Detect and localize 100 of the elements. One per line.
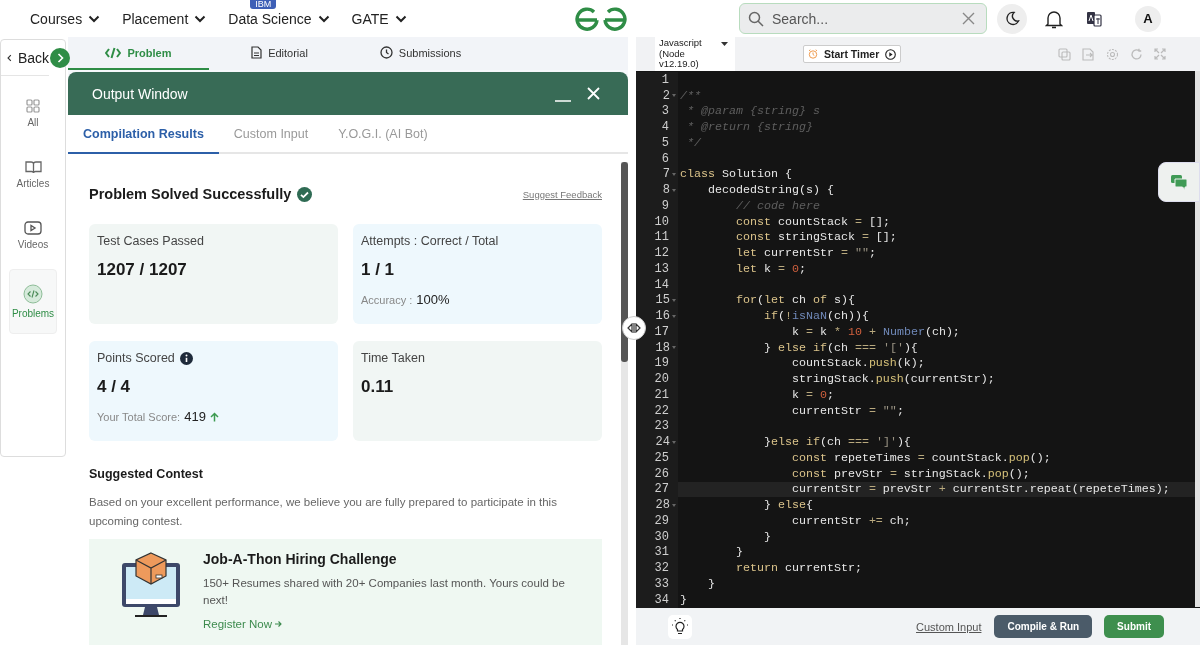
fold-icon[interactable] <box>672 440 676 444</box>
sidebar-item[interactable]: Videos <box>9 212 57 259</box>
avatar[interactable]: A <box>1135 5 1161 32</box>
code-line: let k = 0; <box>734 261 806 276</box>
register-link[interactable]: Register Now <box>203 618 283 630</box>
line-number: 9 <box>661 198 669 213</box>
nav-menu-item[interactable]: GATE <box>351 10 407 27</box>
sidebar-item[interactable]: Problems <box>9 269 57 334</box>
bell-icon <box>1045 8 1063 29</box>
code-line: const repeteTimes = countStack.pop(); <box>790 450 1051 465</box>
code-line: decodedString(s) { <box>706 183 834 198</box>
code-line: currentStr += ch; <box>790 513 911 528</box>
import-icon[interactable] <box>1082 47 1095 61</box>
logo-icon <box>575 5 627 32</box>
line-number: 25 <box>654 450 669 465</box>
code-line: countStack.push(k); <box>790 356 925 371</box>
code-line: for(let ch of s){ <box>734 293 855 308</box>
line-number: 8 <box>662 183 670 198</box>
fold-icon[interactable] <box>672 188 676 192</box>
caret-icon <box>721 42 728 46</box>
code-icon <box>105 46 122 59</box>
fold-icon[interactable] <box>672 314 676 318</box>
dark-mode-button[interactable] <box>997 3 1027 34</box>
line-number: 27 <box>654 482 669 497</box>
tab[interactable]: Problem <box>68 37 209 70</box>
alarm-clock-icon <box>808 49 818 59</box>
code-line: } <box>734 545 743 560</box>
video-icon <box>24 221 42 235</box>
line-number: 30 <box>654 529 669 544</box>
start-timer-button[interactable]: Start Timer <box>803 45 902 63</box>
submit-button[interactable]: Submit <box>1104 615 1164 638</box>
fold-icon[interactable] <box>672 503 676 507</box>
line-number: 7 <box>662 167 670 182</box>
fold-icon[interactable] <box>672 298 676 302</box>
nav-menu-item[interactable]: Placement <box>122 10 207 27</box>
code-line: * @param {string} s <box>686 104 820 119</box>
sidebar-item[interactable]: All <box>9 90 57 137</box>
code-line: } <box>679 592 687 607</box>
expand-button[interactable] <box>50 48 70 68</box>
close-icon <box>586 87 600 100</box>
description-text: Based on your excellent performance, we believe you are fully prepared to participate in this upcoming contest. <box>89 495 558 529</box>
nav-menu-item[interactable]: Data Science <box>228 10 330 27</box>
line-number: 3 <box>661 104 669 119</box>
nav-menu-item[interactable]: Courses <box>30 10 101 27</box>
suggest-feedback-link[interactable]: Suggest Feedback <box>522 188 602 200</box>
refresh-icon[interactable] <box>1130 47 1143 61</box>
code-editor[interactable] <box>636 71 1200 608</box>
line-number: 11 <box>654 230 669 245</box>
stat-label: Test Cases Passed <box>97 234 204 248</box>
tab[interactable]: Compilation Results <box>68 115 219 154</box>
line-number: 6 <box>661 151 669 166</box>
code-line: currentStr = prevStr + currentStr.repeat(repeteTimes); <box>790 482 1170 497</box>
moon-icon <box>1004 11 1020 26</box>
language-dropdown[interactable]: Javascript (Node v12.19.0) <box>655 37 735 71</box>
line-number: 28 <box>655 498 670 513</box>
code-line: k = k * 10 + Number(ch); <box>790 324 960 339</box>
code-line: class Solution { <box>679 167 792 182</box>
code-line: let currentStr = ""; <box>734 246 876 261</box>
stat-value: 0.11 <box>361 377 395 397</box>
code-line: * @return {string} <box>686 120 813 135</box>
fold-icon[interactable] <box>672 346 676 350</box>
sidebar-item[interactable]: Articles <box>9 151 57 198</box>
fold-icon[interactable] <box>672 172 676 176</box>
line-number: 20 <box>654 372 669 387</box>
line-number: 5 <box>661 135 669 150</box>
settings-icon[interactable] <box>1106 47 1119 61</box>
search-icon <box>748 11 764 27</box>
tab[interactable]: Editorial <box>209 37 350 70</box>
clear-icon[interactable] <box>962 12 975 25</box>
code-line: */ <box>686 135 701 150</box>
stat-value: 1 / 1 <box>361 260 396 280</box>
fullscreen-icon[interactable] <box>1154 47 1166 60</box>
document-icon <box>251 46 263 59</box>
code-line: const prevStr = stringStack.pop(); <box>790 466 1030 481</box>
scrollbar-thumb[interactable] <box>621 162 628 362</box>
arrow-right-icon <box>274 620 283 628</box>
search-field[interactable]: Search... <box>739 3 987 34</box>
line-number: 2 <box>662 88 670 103</box>
line-number: 34 <box>654 592 669 607</box>
stat-label: Attempts : Correct / Total <box>361 234 499 248</box>
chevron-down-icon <box>88 14 101 23</box>
back-button[interactable]: Back <box>1 40 49 76</box>
run-button[interactable]: Compile & Run <box>994 615 1093 638</box>
line-number: 23 <box>654 419 669 434</box>
stat-note-value: 419 <box>184 409 206 424</box>
translate-icon <box>1086 10 1102 27</box>
line-number: 29 <box>654 513 669 528</box>
chat-button[interactable] <box>1158 162 1200 202</box>
line-number: 12 <box>654 246 669 261</box>
code-line: stringStack.push(currentStr); <box>790 372 995 387</box>
section-title: Suggested Contest <box>89 467 204 481</box>
hint-button[interactable] <box>668 614 692 639</box>
line-number: 31 <box>654 545 669 560</box>
fold-icon[interactable] <box>672 94 676 98</box>
custom-input-link[interactable]: Custom Input <box>916 620 982 633</box>
play-circle-icon <box>885 48 897 60</box>
window-title: Output Window <box>92 85 189 102</box>
tab[interactable]: Submissions <box>350 37 491 70</box>
line-number: 21 <box>654 387 669 402</box>
line-number: 33 <box>654 576 669 591</box>
